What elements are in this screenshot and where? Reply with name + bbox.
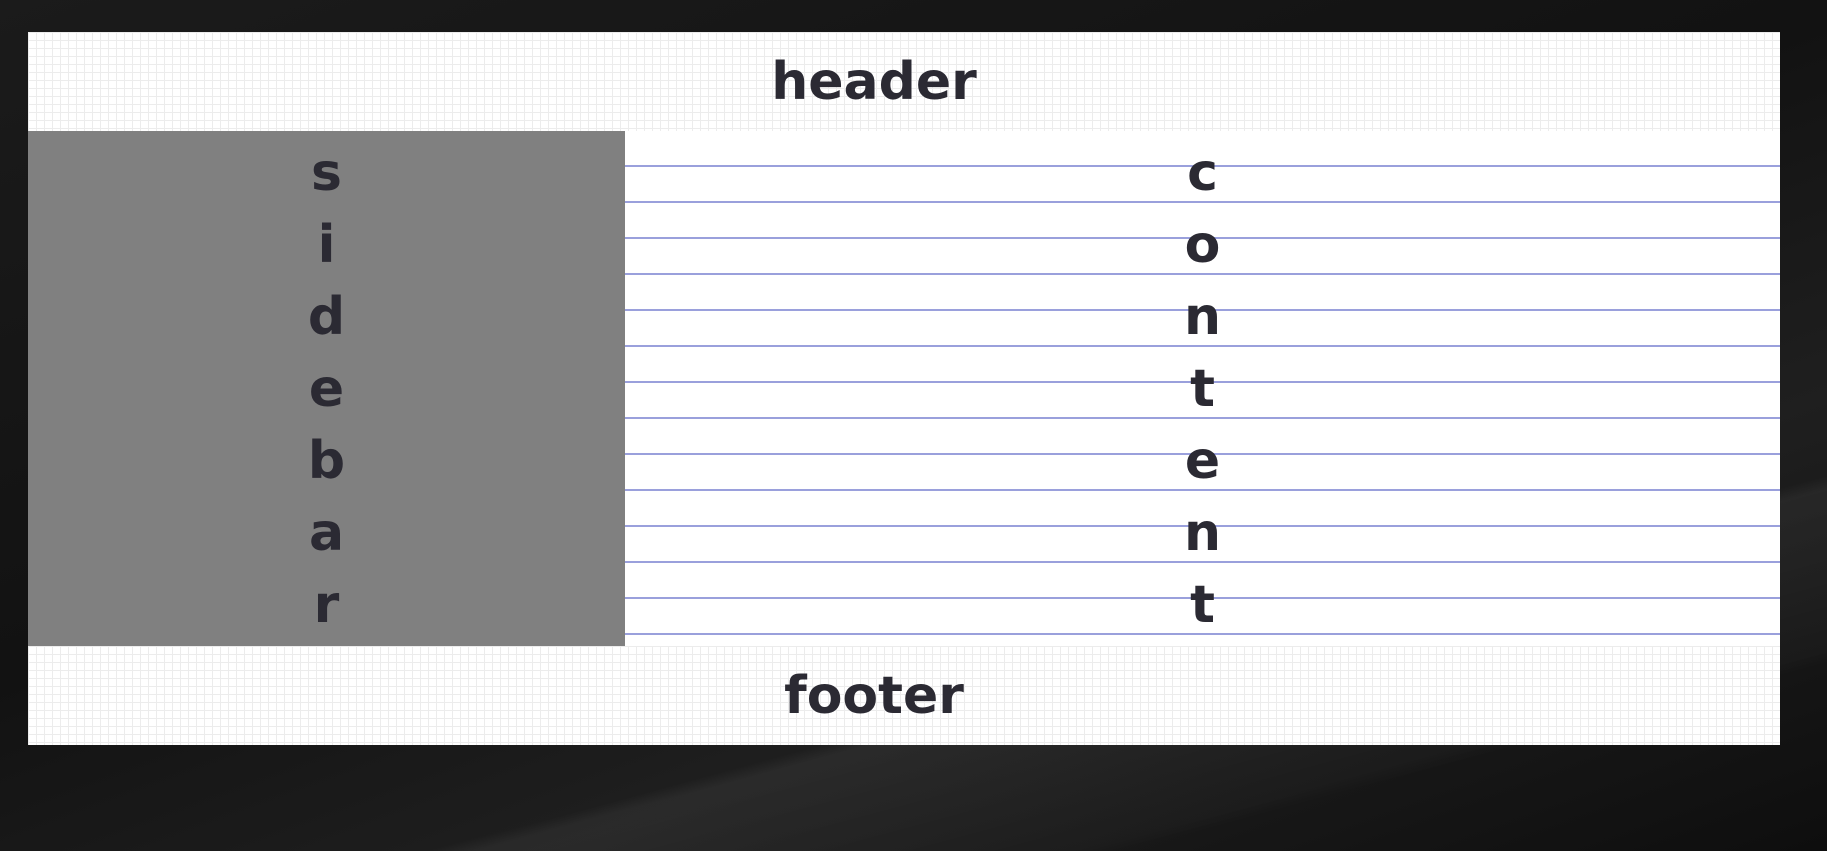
- header-label: header: [771, 51, 977, 112]
- footer-region: footer: [28, 646, 1780, 745]
- content-letter: c: [1187, 142, 1218, 203]
- content-letter: t: [1190, 358, 1215, 419]
- sidebar-region: s i d e b a r: [28, 131, 625, 646]
- content-letter: t: [1190, 574, 1215, 635]
- content-letter: o: [1184, 214, 1221, 275]
- sidebar-letter: a: [308, 502, 345, 563]
- sidebar-letter: d: [307, 286, 346, 347]
- layout-frame: header s i d e b a r c o n t e n t foote…: [28, 32, 1780, 745]
- sidebar-letter: b: [307, 430, 346, 491]
- content-region: c o n t e n t: [625, 131, 1780, 646]
- content-letter: e: [1184, 430, 1221, 491]
- sidebar-letter: r: [313, 574, 340, 635]
- header-region: header: [28, 32, 1780, 131]
- sidebar-letter: e: [308, 358, 345, 419]
- sidebar-letter: i: [317, 214, 336, 275]
- footer-label: footer: [784, 665, 964, 726]
- content-letter: n: [1183, 502, 1222, 563]
- content-letter: n: [1183, 286, 1222, 347]
- sidebar-letter: s: [311, 142, 342, 203]
